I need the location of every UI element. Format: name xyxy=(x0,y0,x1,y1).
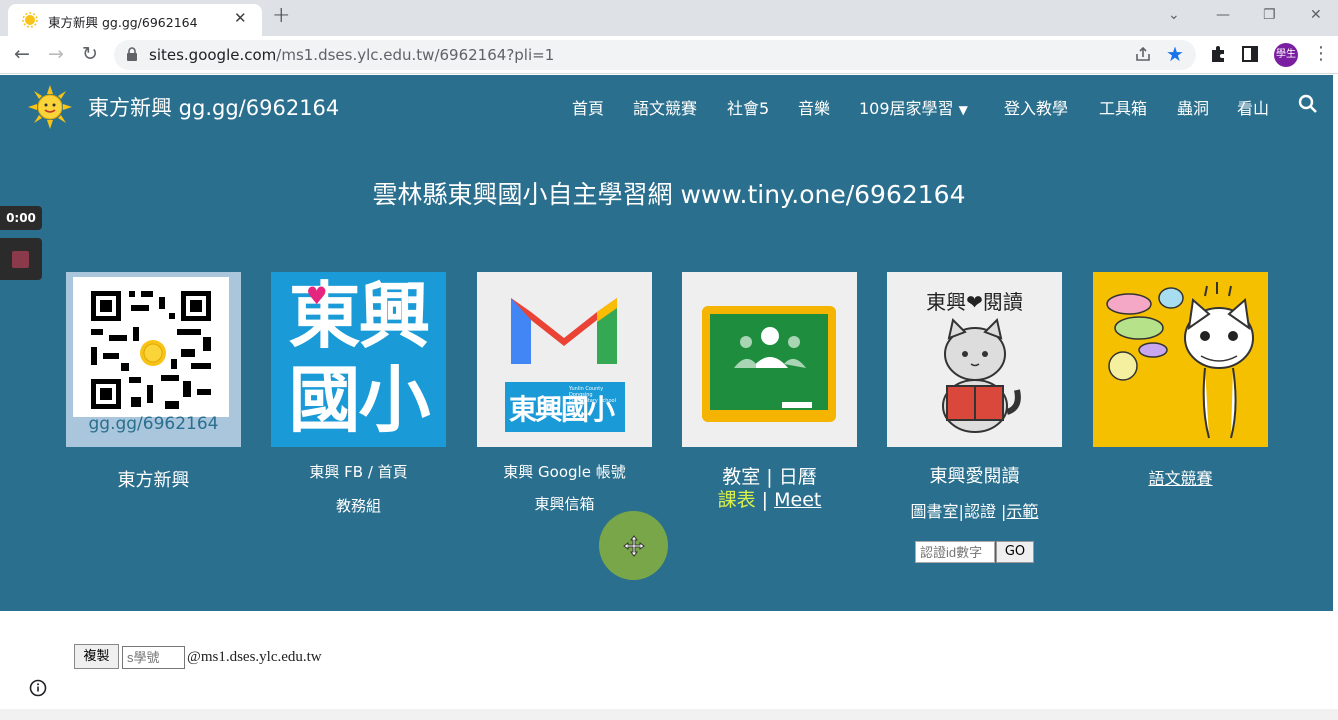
talking-cat-illustration xyxy=(1106,282,1254,439)
chevron-down-icon: ▼ xyxy=(958,103,968,117)
nav-music[interactable]: 音樂 xyxy=(798,95,830,119)
nav-speech-contest[interactable]: 語文競賽 xyxy=(633,95,697,119)
gmail-tile[interactable]: 東興國小 Yunlin County Dongsing Elementary S… xyxy=(477,272,652,447)
info-icon[interactable] xyxy=(29,679,47,697)
google-classroom-tile[interactable] xyxy=(682,272,857,447)
email-domain-text: @ms1.dses.ylc.edu.tw xyxy=(187,649,322,665)
minimize-icon[interactable]: — xyxy=(1216,7,1230,23)
schedule-meet-links: 課表 | Meet xyxy=(682,485,857,512)
lock-icon xyxy=(127,47,137,61)
heart-icon: ♥ xyxy=(306,282,328,310)
gmail-logo-icon xyxy=(511,298,617,364)
nav-toolbox[interactable]: 工具箱 xyxy=(1099,95,1147,119)
classroom-board-icon xyxy=(702,306,836,422)
fb-caption[interactable]: 東興 FB / 首頁 xyxy=(271,461,446,482)
cat-reading-illustration xyxy=(942,318,1021,433)
reading-art-title: 東興❤閱讀 xyxy=(926,290,1023,314)
nav-wormhole[interactable]: 蟲洞 xyxy=(1177,95,1209,119)
tab-title: 東方新興 gg.gg/6962164 xyxy=(48,15,198,30)
qr-caption[interactable]: 東方新興 xyxy=(66,466,241,492)
search-icon[interactable] xyxy=(1298,94,1318,114)
tab-strip: 東方新興 gg.gg/6962164 ✕ + ⌄ — ❐ ✕ xyxy=(0,0,1338,36)
site-header-section: 東方新興 gg.gg/6962164 首頁 語文競賽 社會5 音樂 109居家學… xyxy=(0,75,1338,611)
fb-logo-top: 東興 xyxy=(288,274,430,358)
stop-icon xyxy=(12,251,29,268)
back-icon[interactable]: ← xyxy=(14,43,30,65)
move-arrows-icon xyxy=(623,535,645,557)
speech-contest-link[interactable]: 語文競賽 xyxy=(1093,465,1268,489)
browser-tab[interactable]: 東方新興 gg.gg/6962164 ✕ xyxy=(8,4,262,36)
profile-avatar[interactable]: 學生 xyxy=(1274,43,1298,67)
qr-code-tile[interactable]: gg.gg/6962164 xyxy=(66,272,241,447)
drag-move-handle[interactable] xyxy=(599,511,668,580)
demo-link[interactable]: 示範 xyxy=(1006,502,1038,521)
sun-logo-icon[interactable] xyxy=(28,85,72,129)
certify-id-input[interactable] xyxy=(915,541,995,563)
nav-home-learning-label: 109居家學習 xyxy=(859,99,954,118)
sun-favicon-icon xyxy=(22,12,38,28)
close-window-icon[interactable]: ✕ xyxy=(1310,7,1322,23)
address-bar[interactable]: sites.google.com/ms1.dses.ylc.edu.tw/696… xyxy=(114,40,1196,70)
url-domain: sites.google.com xyxy=(149,46,277,64)
nav-mountain[interactable]: 看山 xyxy=(1237,95,1269,119)
browser-menu-icon[interactable]: ⋮ xyxy=(1312,44,1330,64)
fb-logo-bottom: 國小 xyxy=(288,358,430,442)
recording-timer: 0:00 xyxy=(0,206,42,230)
browser-toolbar: ← → ↻ sites.google.com/ms1.dses.ylc.edu.… xyxy=(0,36,1338,74)
speech-contest-tile[interactable] xyxy=(1093,272,1268,447)
library-links: 圖書室|認證 |示範 xyxy=(887,498,1062,522)
url-text: sites.google.com/ms1.dses.ylc.edu.tw/696… xyxy=(149,46,554,64)
scrollbar[interactable] xyxy=(1333,75,1338,709)
qr-code-image xyxy=(73,277,229,417)
close-tab-icon[interactable]: ✕ xyxy=(234,9,247,27)
nav-login-tutorial[interactable]: 登入教學 xyxy=(1004,95,1068,119)
site-title[interactable]: 東方新興 gg.gg/6962164 xyxy=(88,92,339,122)
extensions-puzzle-icon[interactable] xyxy=(1208,44,1228,64)
stop-recording-button[interactable] xyxy=(0,238,42,280)
reload-icon[interactable]: ↻ xyxy=(82,43,98,65)
nav-home-learning[interactable]: 109居家學習 ▼ xyxy=(859,95,968,119)
fb-school-tile[interactable]: 東興 國小 ♥ xyxy=(271,272,446,447)
tab-search-icon[interactable]: ⌄ xyxy=(1168,7,1180,23)
school-badge: 東興國小 Yunlin County Dongsing Elementary S… xyxy=(505,382,625,432)
forward-icon[interactable]: → xyxy=(48,43,64,65)
url-path: /ms1.dses.ylc.edu.tw/6962164?pli=1 xyxy=(276,46,555,64)
bookmark-star-icon[interactable]: ★ xyxy=(1166,42,1184,66)
link-separator: | xyxy=(755,489,775,511)
reading-tile[interactable]: 東興❤閱讀 xyxy=(887,272,1062,447)
google-account-caption[interactable]: 東興 Google 帳號 xyxy=(477,461,652,482)
nav-home[interactable]: 首頁 xyxy=(572,95,604,119)
meet-link[interactable]: Meet xyxy=(774,489,821,511)
reading-caption[interactable]: 東興愛閱讀 xyxy=(887,462,1062,488)
school-badge-subtext: Yunlin County Dongsing Elementary School xyxy=(569,386,616,404)
go-button[interactable]: GO xyxy=(996,541,1034,563)
library-certify-link[interactable]: 圖書室|認證 | xyxy=(911,502,1007,521)
share-icon[interactable] xyxy=(1134,45,1152,63)
restore-icon[interactable]: ❐ xyxy=(1263,7,1276,23)
academic-office-caption[interactable]: 教務組 xyxy=(271,495,446,516)
nav-society5[interactable]: 社會5 xyxy=(727,95,769,119)
qr-url-text: gg.gg/6962164 xyxy=(88,414,219,434)
copy-button[interactable]: 複製 xyxy=(74,644,119,669)
side-panel-icon[interactable] xyxy=(1242,46,1258,62)
hero-title: 雲林縣東興國小自主學習網 www.tiny.one/6962164 xyxy=(372,180,966,209)
student-id-input[interactable] xyxy=(122,646,185,669)
page-footer-strip xyxy=(0,709,1338,720)
new-tab-icon[interactable]: + xyxy=(272,3,290,28)
schedule-link[interactable]: 課表 xyxy=(718,489,756,511)
